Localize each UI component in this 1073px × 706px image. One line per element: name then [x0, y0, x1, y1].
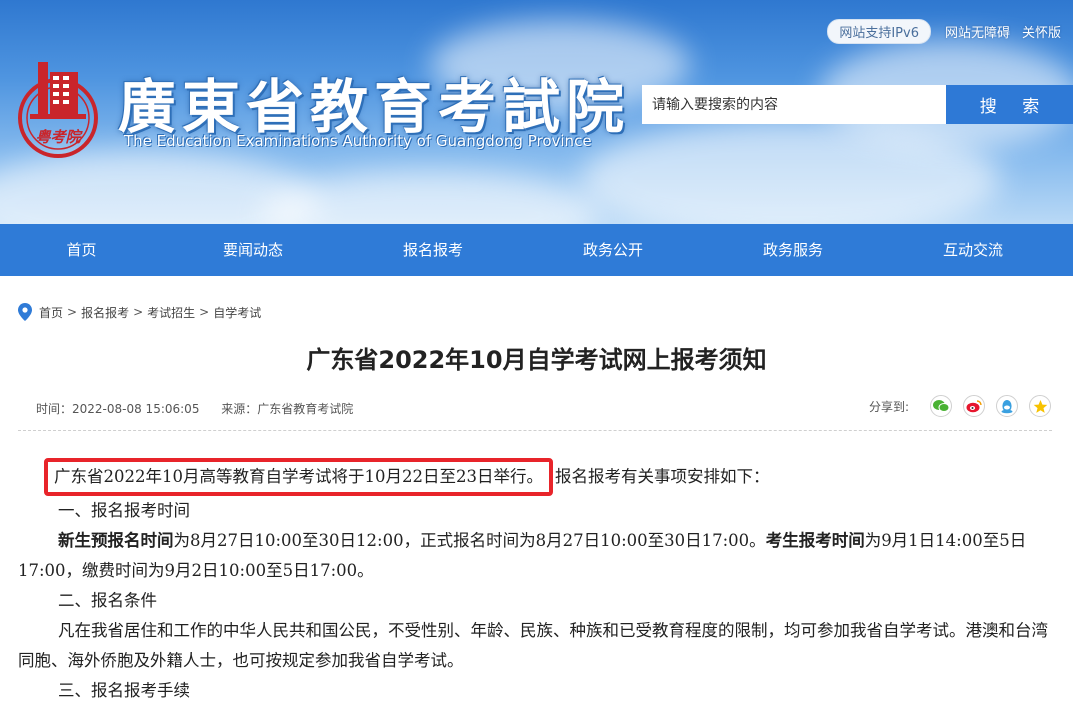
nav-government-affairs[interactable]: 政务公开: [523, 224, 703, 276]
nav-government-services[interactable]: 政务服务: [703, 224, 883, 276]
main-nav: 首页 要闻动态 报名报考 政务公开 政务服务 互动交流: [0, 224, 1073, 276]
article-time: 时间：2022-08-08 15:06:05: [36, 402, 199, 416]
breadcrumb-home[interactable]: 首页: [39, 304, 63, 321]
section-title-1: 一、报名报考时间: [18, 496, 1054, 526]
section1-text-1: 为8月27日10:00至30日12:00，正式报名时间为8月27日10:00至3…: [174, 531, 766, 550]
breadcrumb-separator: >: [133, 305, 143, 319]
search-button[interactable]: 搜 索: [946, 85, 1073, 124]
section1-paragraph: 新生预报名时间为8月27日10:00至30日12:00，正式报名时间为8月27日…: [18, 526, 1054, 586]
wechat-icon[interactable]: [930, 395, 952, 417]
top-links: 网站支持IPv6 网站无障碍 关怀版: [827, 18, 1073, 44]
intro-rest: 报名报考有关事项安排如下：: [555, 467, 770, 486]
breadcrumb: 首页 > 报名报考 > 考试招生 > 自学考试: [18, 303, 261, 321]
intro-paragraph: 广东省2022年10月高等教育自学考试将于10月22日至23日举行。报名报考有关…: [18, 458, 1054, 496]
breadcrumb-self-study[interactable]: 自学考试: [213, 304, 261, 321]
breadcrumb-separator: >: [199, 305, 209, 319]
meta-divider: [18, 430, 1052, 431]
location-pin-icon: [18, 303, 32, 321]
breadcrumb-registration[interactable]: 报名报考: [81, 304, 129, 321]
nav-registration[interactable]: 报名报考: [343, 224, 523, 276]
share-bar: 分享到:: [869, 393, 1051, 419]
article-source: 来源：广东省教育考试院: [221, 402, 353, 416]
article-title: 广东省2022年10月自学考试网上报考须知: [0, 340, 1073, 375]
section1-bold-1: 新生预报名时间: [58, 531, 174, 550]
qzone-icon[interactable]: [1029, 395, 1051, 417]
ipv6-badge: 网站支持IPv6: [827, 19, 931, 44]
section1-bold-2: 考生报考时间: [766, 531, 865, 550]
nav-interaction[interactable]: 互动交流: [883, 224, 1063, 276]
accessibility-link[interactable]: 网站无障碍: [945, 22, 1010, 41]
nav-news[interactable]: 要闻动态: [163, 224, 343, 276]
highlight-box: 广东省2022年10月高等教育自学考试将于10月22日至23日举行。: [44, 458, 553, 496]
section-title-3: 三、报名报考手续: [18, 676, 1054, 706]
section2-paragraph: 凡在我省居住和工作的中华人民共和国公民，不受性别、年龄、民族、种族和已受教育程度…: [18, 616, 1054, 676]
section-title-2: 二、报名条件: [18, 586, 1054, 616]
share-label: 分享到:: [869, 398, 909, 415]
breadcrumb-separator: >: [67, 305, 77, 319]
logo-icon: 粤考院: [12, 58, 104, 158]
search-input[interactable]: [642, 85, 946, 124]
site-title-en: The Education Examinations Authority of …: [124, 132, 592, 150]
qq-icon[interactable]: [996, 395, 1018, 417]
logo-text: 粤考院: [35, 128, 83, 146]
article-meta: 时间：2022-08-08 15:06:05 来源：广东省教育考试院: [36, 400, 353, 417]
nav-home[interactable]: 首页: [0, 224, 163, 276]
care-mode-link[interactable]: 关怀版: [1022, 22, 1061, 41]
weibo-icon[interactable]: [963, 395, 985, 417]
article-body: 广东省2022年10月高等教育自学考试将于10月22日至23日举行。报名报考有关…: [18, 458, 1054, 706]
breadcrumb-admissions[interactable]: 考试招生: [147, 304, 195, 321]
header-banner: 网站支持IPv6 网站无障碍 关怀版 粤考院 廣東省教育考試院 The Educ…: [0, 0, 1073, 224]
